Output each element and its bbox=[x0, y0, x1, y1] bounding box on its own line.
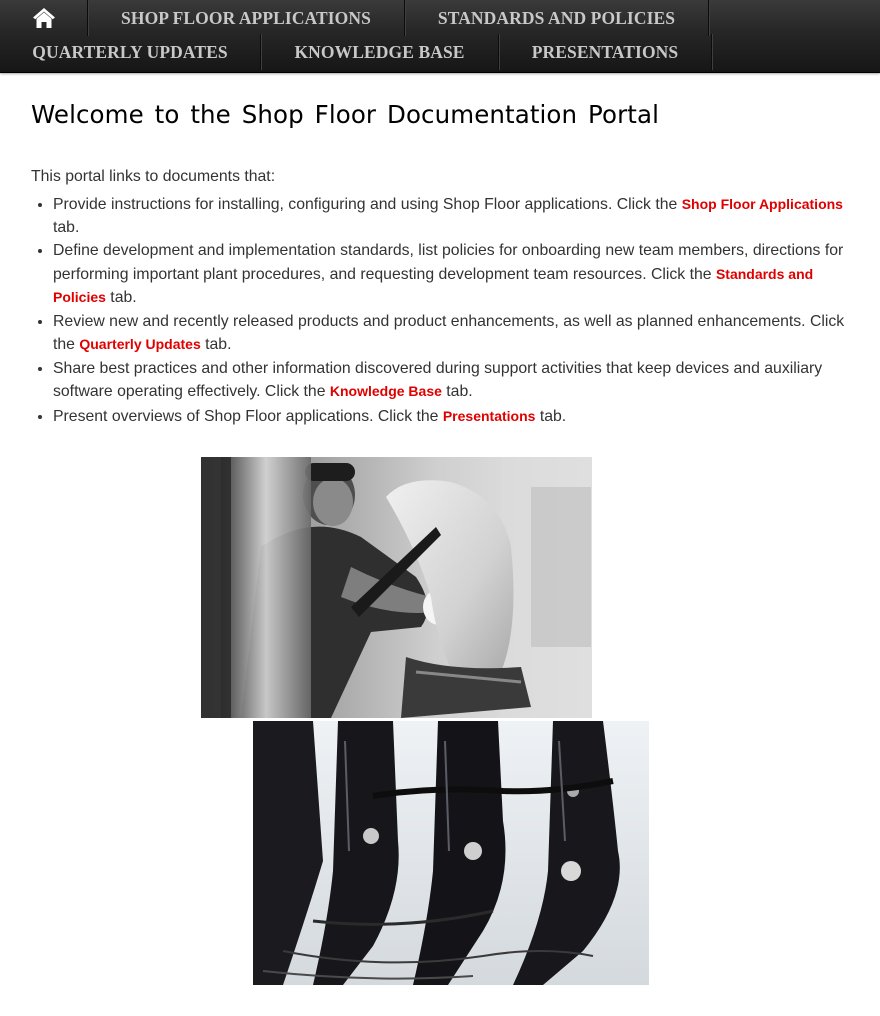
intro-text: This portal links to documents that: bbox=[31, 168, 276, 185]
list-item-text: tab. bbox=[105, 289, 137, 306]
list-item-text: tab. bbox=[441, 383, 473, 400]
nav-tab-standards-and-policies[interactable]: STANDARDS AND POLICIES bbox=[405, 0, 709, 36]
list-item-text: tab. bbox=[53, 218, 80, 236]
nav-row-bottom: QUARTERLY UPDATES KNOWLEDGE BASE PRESENT… bbox=[0, 34, 712, 70]
nav-tab-quarterly-updates[interactable]: QUARTERLY UPDATES bbox=[0, 34, 261, 70]
list-item: Review new and recently released product… bbox=[53, 311, 861, 357]
home-icon bbox=[32, 6, 56, 30]
nav-row-top: SHOP FLOOR APPLICATIONS STANDARDS AND PO… bbox=[0, 0, 709, 36]
list-item-text: tab. bbox=[535, 407, 567, 425]
main-content: Welcome to the Shop Floor Documentation … bbox=[31, 100, 861, 429]
list-item: Share best practices and other informati… bbox=[53, 358, 861, 404]
nav-tab-shop-floor-applications[interactable]: SHOP FLOOR APPLICATIONS bbox=[88, 0, 405, 36]
presentations-link[interactable]: Presentations bbox=[443, 408, 536, 424]
quarterly-updates-link[interactable]: Quarterly Updates bbox=[79, 336, 200, 352]
nav-tab-presentations[interactable]: PRESENTATIONS bbox=[499, 34, 712, 70]
nav-home[interactable] bbox=[0, 0, 88, 36]
list-item: Present overviews of Shop Floor applicat… bbox=[53, 405, 861, 429]
main-navigation: SHOP FLOOR APPLICATIONS STANDARDS AND PO… bbox=[0, 0, 880, 73]
list-item-text: Provide instructions for installing, con… bbox=[53, 196, 682, 213]
list-item-text: tab. bbox=[200, 336, 232, 353]
shop-floor-applications-link[interactable]: Shop Floor Applications bbox=[682, 196, 843, 212]
page-title: Welcome to the Shop Floor Documentation … bbox=[31, 100, 660, 129]
list-item: Define development and implementation st… bbox=[53, 240, 861, 310]
portal-description-list: Provide instructions for installing, con… bbox=[31, 193, 861, 428]
worker-assembling-seat-photo bbox=[201, 457, 592, 718]
list-item: Provide instructions for installing, con… bbox=[53, 193, 861, 239]
seat-frames-photo bbox=[253, 721, 649, 985]
knowledge-base-link[interactable]: Knowledge Base bbox=[330, 383, 442, 399]
nav-tab-knowledge-base[interactable]: KNOWLEDGE BASE bbox=[261, 34, 499, 70]
list-item-text: Present overviews of Shop Floor applicat… bbox=[53, 407, 443, 425]
